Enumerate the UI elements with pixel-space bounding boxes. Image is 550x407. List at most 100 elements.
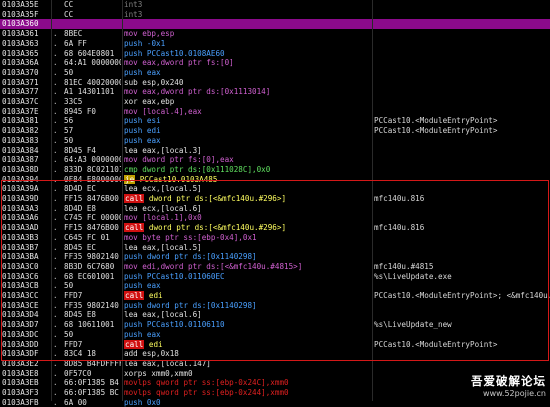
disasm-row[interactable]: 0103A36A. 64:A1 00000000mov eax,dword ptr… xyxy=(0,58,550,68)
hex-bytes-cell: FFD7 xyxy=(64,339,83,349)
disasm-row[interactable]: 0103A3E8. 0F57C0 xorps xmm0,xmm0 xyxy=(0,369,550,379)
hex-bytes-cell: 83C4 18 xyxy=(64,349,97,359)
hex-bytes-cell: 8D45 F4 xyxy=(64,145,97,155)
disasm-row[interactable]: 0103A377. A1 14301101 mov eax,dword ptr ds… xyxy=(0,87,550,97)
disasm-row[interactable]: 0103A3E2. 8D85 B4FDFFFF lea eax,[local.147… xyxy=(0,359,550,369)
disasm-row[interactable]: 0103A3FB. 6A 00 push 0x0 xyxy=(0,398,550,407)
marker-cell: . xyxy=(53,223,58,233)
comment-cell xyxy=(374,233,550,243)
marker-cell: . xyxy=(53,358,58,368)
address-cell: 0103A361 xyxy=(2,29,39,39)
comment-cell xyxy=(374,184,550,194)
disasm-row[interactable]: 0103A39D. FF15 8476B00 call dword ptr ds:[… xyxy=(0,194,550,204)
disasm-row[interactable]: 0103A35F CC int3 xyxy=(0,10,550,20)
marker-cell: . xyxy=(53,281,58,291)
instruction-cell: push esi xyxy=(124,116,161,126)
disasm-row[interactable]: 0103A3B3. C645 FC 01 mov byte ptr ss:[ebp-… xyxy=(0,233,550,243)
marker-cell: . xyxy=(53,97,58,106)
instruction-cell: push eax xyxy=(124,329,161,339)
marker-cell: . xyxy=(53,48,58,58)
address-cell: 0103A383 xyxy=(2,135,39,145)
comment-cell xyxy=(374,146,550,156)
disasm-row[interactable]: 0103A3DC. 50 push eax xyxy=(0,330,550,340)
marker-cell xyxy=(53,19,63,29)
disasm-row[interactable]: 0103A361. 8BEC mov ebp,esp xyxy=(0,29,550,39)
disasm-row[interactable]: 0103A3DF. 83C4 18 add esp,0x18 xyxy=(0,349,550,359)
marker-cell: . xyxy=(53,203,58,213)
disasm-row[interactable]: 0103A363. 6A FF push -0x1 xyxy=(0,39,550,49)
disasm-row[interactable]: 0103A3CB. 50 push eax xyxy=(0,281,550,291)
disasm-row[interactable]: 0103A39A. 8D4D EC lea ecx,[local.5] xyxy=(0,184,550,194)
comment-cell: PCCast10.<ModuleEntryPoint> xyxy=(374,116,498,126)
instruction-cell: mov [local.1],0x0 xyxy=(124,213,202,223)
marker-cell: . xyxy=(53,67,58,77)
disasm-row[interactable]: 0103A37C. 33C5 xor eax,ebp xyxy=(0,97,550,107)
disasm-row[interactable]: 0103A3F3. 66:0F1385 BC movlps qword ptr ss… xyxy=(0,388,550,398)
comment-cell xyxy=(374,243,550,253)
disasm-row[interactable]: 0103A383. 50 push eax xyxy=(0,136,550,146)
disasm-row[interactable]: 0103A35E CC int3 xyxy=(0,0,550,10)
disasm-row[interactable]: 0103A3BA. FF35 9802140 push dword ptr ds:[… xyxy=(0,252,550,262)
address-cell: 0103A377 xyxy=(2,87,39,97)
hex-bytes-cell: 8B3D 6C7680 xyxy=(64,261,115,271)
hex-bytes-cell: 8D45 EC xyxy=(64,242,97,252)
disasm-row[interactable]: 0103A3CE. FF35 9802140 push dword ptr ds:[… xyxy=(0,301,550,311)
marker-cell: . xyxy=(53,252,58,262)
hex-bytes-cell: 81EC 40020000 xyxy=(64,77,121,87)
address-cell: 0103A363 xyxy=(2,38,39,48)
instruction-cell: mov dword ptr fs:[0],eax xyxy=(124,155,234,165)
disasm-row[interactable]: 0103A3EB. 66:0F1385 B4 movlps qword ptr ss… xyxy=(0,378,550,388)
instruction-cell: int3 xyxy=(124,0,143,9)
disasm-row[interactable]: 0103A3B7. 8D45 EC lea eax,[local.5] xyxy=(0,243,550,253)
disasm-row[interactable]: 0103A3A3. 8D4D E8 lea ecx,[local.6] xyxy=(0,204,550,214)
address-cell: 0103A35F xyxy=(2,9,39,19)
disasm-row[interactable]: 0103A3AD. FF15 8476B00 call dword ptr ds:[… xyxy=(0,223,550,233)
disasm-row[interactable]: 0103A3D7. 68 10611001 push PCCast10.011061… xyxy=(0,320,550,330)
instruction-cell: lea eax,[local.147] xyxy=(124,358,211,368)
disasm-row[interactable]: 0103A3C0. 8B3D 6C7680 mov edi,dword ptr ds… xyxy=(0,262,550,272)
disasm-row[interactable]: 0103A3D4. 8D45 E8 lea eax,[local.6] xyxy=(0,310,550,320)
disasm-row[interactable]: 0103A365. 68 604E0801 push PCCast10.0108AE… xyxy=(0,49,550,59)
disasm-row[interactable]: 0103A3CC. FFD7 call edi PCCast10.<ModuleEnt… xyxy=(0,291,550,301)
disasm-row[interactable]: 0103A381. 56 push esi PCCast10.<ModuleEntry… xyxy=(0,116,550,126)
disasm-row[interactable]: 0103A3A6. C745 FC 00000 mov [local.1],0x0 xyxy=(0,213,550,223)
comment-cell xyxy=(374,107,550,117)
disasm-row[interactable]: 0103A394. 0F84 E8000000 je PCCast10.0103A4… xyxy=(0,174,550,185)
hex-bytes-cell: 50 xyxy=(64,135,74,145)
watermark-url: www.52pojie.cn xyxy=(483,389,546,398)
marker-cell: . xyxy=(53,106,58,116)
disasm-row[interactable]: 0103A370. 50 push eax xyxy=(0,68,550,78)
instruction-cell: lea eax,[local.6] xyxy=(124,310,202,320)
comment-cell xyxy=(374,330,550,340)
disasm-row[interactable]: 0103A38D. 833D 8C021101 cmp dword ptr ds:[… xyxy=(0,165,550,175)
hex-bytes-cell: A1 14301101 xyxy=(64,87,115,97)
disasm-row[interactable]: 0103A3DD. FFD7 call edi PCCast10.<ModuleEnt… xyxy=(0,339,550,350)
disasm-row[interactable]: 0103A37E. 8945 F0 mov [local.4],eax xyxy=(0,107,550,117)
address-cell: 0103A382 xyxy=(2,126,39,136)
address-cell: 0103A38D xyxy=(2,164,39,174)
marker-cell: . xyxy=(53,38,58,48)
disasm-row[interactable]: 0103A3C6. 68 EC601001 push PCCast10.011060… xyxy=(0,272,550,282)
address-cell: 0103A3DF xyxy=(2,349,39,359)
address-cell: 0103A3BA xyxy=(2,252,39,262)
address-cell: 0103A3D4 xyxy=(2,310,39,320)
disasm-row[interactable]: 0103A384. 8D45 F4 lea eax,[local.3] xyxy=(0,146,550,156)
hex-bytes-cell: 8D85 B4FDFFFF xyxy=(64,358,121,368)
disasm-row[interactable]: 0103A360 xyxy=(0,19,550,30)
instruction-cell: push PCCast10.011060EC xyxy=(124,271,225,281)
address-cell: 0103A370 xyxy=(2,67,39,77)
disasm-row[interactable]: 0103A382. 57 push edi PCCast10.<ModuleEntry… xyxy=(0,126,550,136)
disassembly-listing[interactable]: 0103A35E CC int3 0103A35F CC int3 0103A360 0103… xyxy=(0,0,550,407)
address-cell: 0103A360 xyxy=(2,19,39,29)
disasm-row[interactable]: 0103A371. 81EC 40020000 sub esp,0x240 xyxy=(0,78,550,88)
watermark: 吾爱破解论坛 www.52pojie.cn xyxy=(471,373,546,398)
column-separator xyxy=(372,0,373,401)
hex-bytes-cell: 833D 8C021101 xyxy=(64,164,121,174)
comment-cell: mfc140u.#4815 xyxy=(374,261,434,271)
marker-cell: . xyxy=(53,329,58,339)
comment-cell xyxy=(374,310,550,320)
marker-cell: . xyxy=(53,194,58,203)
instruction-cell: push dword ptr ds:[0x1140298] xyxy=(124,252,257,262)
disasm-row[interactable]: 0103A387. 64:A3 00000000mov dword ptr fs:… xyxy=(0,155,550,165)
instruction-cell: push PCCast10.01106110 xyxy=(124,320,225,330)
